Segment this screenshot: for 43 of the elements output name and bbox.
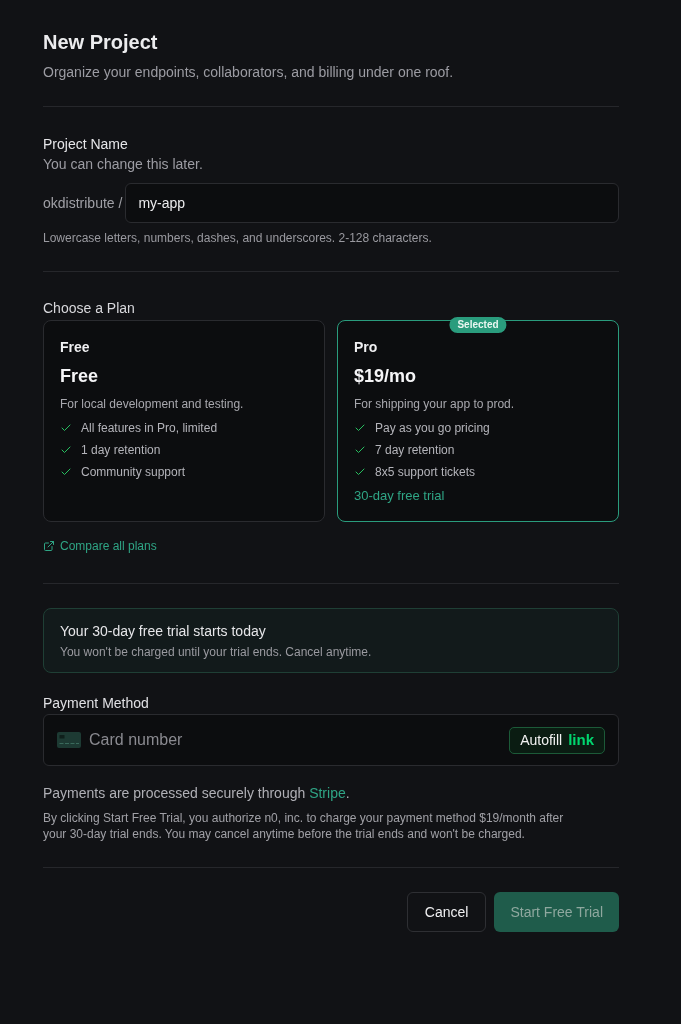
page-title: New Project xyxy=(43,30,159,55)
selected-badge: Selected xyxy=(449,317,507,333)
plan-card[interactable]: Selected Pro $19/mo For shipping your app to prod. Pay as you go pricing 7 day retention 8x5 support tickets 30-day free trial xyxy=(337,320,619,522)
feature-text: Community support xyxy=(81,464,186,480)
compare-plans-link[interactable]: Compare all plans xyxy=(43,538,157,554)
check-icon xyxy=(354,422,366,434)
feature-text: 8x5 support tickets xyxy=(375,464,476,480)
feature-text: 7 day retention xyxy=(375,442,455,458)
credit-card-icon xyxy=(57,732,81,748)
plan-card[interactable]: Free Free For local development and testing. All features in Pro, limited 1 day retention Community support xyxy=(43,320,325,522)
project-name-input[interactable]: my-app xyxy=(125,183,619,223)
legal-text: By clicking Start Free Trial, you authorize n0, inc. to charge your payment method $19/month after your 30-day trial ends. You may cancel anytime before the trial ends and won't be charged. xyxy=(43,810,565,842)
feature-text: All features in Pro, limited xyxy=(81,420,218,436)
card-placeholder: Card number xyxy=(89,730,183,750)
feature-text: Pay as you go pricing xyxy=(375,420,490,436)
check-icon xyxy=(354,444,366,456)
banner-title: Your 30-day free trial starts today xyxy=(60,622,267,641)
section-label: Payment Method xyxy=(43,694,150,713)
plan-description: For local development and testing. xyxy=(60,396,245,412)
field-help: You can change this later. xyxy=(43,155,204,174)
secure-note: Payments are processed securely through Stripe. xyxy=(43,784,351,803)
field-hint: Lowercase letters, numbers, dashes, and underscores. 2-128 characters. xyxy=(43,230,433,246)
external-link-icon xyxy=(43,540,55,552)
check-icon xyxy=(354,466,366,478)
plan-name: Free xyxy=(60,338,91,357)
section-label: Choose a Plan xyxy=(43,299,136,318)
card-number-field[interactable]: Card number Autofill link xyxy=(43,714,619,766)
stripe-link[interactable]: Stripe xyxy=(309,785,346,801)
namespace-prefix: okdistribute / xyxy=(43,194,123,213)
trial-note: 30-day free trial xyxy=(354,487,446,505)
check-icon xyxy=(60,444,72,456)
plan-name: Pro xyxy=(354,338,379,357)
check-icon xyxy=(60,422,72,434)
autofill-button[interactable]: Autofill link xyxy=(509,726,605,754)
plan-description: For shipping your app to prod. xyxy=(354,396,516,412)
check-icon xyxy=(60,466,72,478)
field-label: Project Name xyxy=(43,135,129,154)
cancel-button[interactable]: Cancel xyxy=(406,892,487,932)
banner-text: You won't be charged until your trial ends. Cancel anytime. xyxy=(60,644,373,660)
plan-price: $19/mo xyxy=(354,365,418,388)
plan-price: Free xyxy=(60,365,100,388)
page-subtitle: Organize your endpoints, collaborators, and billing under one roof. xyxy=(43,63,455,82)
feature-text: 1 day retention xyxy=(81,442,161,458)
